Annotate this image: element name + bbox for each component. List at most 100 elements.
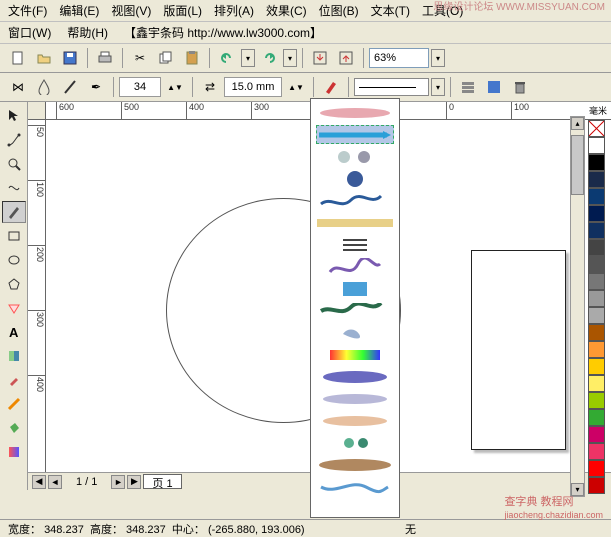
brush-sample[interactable] (316, 147, 394, 166)
brush-sample[interactable] (316, 477, 394, 496)
menu-help[interactable]: 帮助(H) (67, 24, 108, 41)
brush-sample[interactable] (316, 367, 394, 386)
brush-sample-selected[interactable] (316, 125, 394, 144)
menu-file[interactable]: 文件(F) (8, 2, 47, 19)
pen-2-icon[interactable] (58, 76, 82, 98)
stroke-dropdown[interactable]: ▾ (431, 78, 445, 96)
rectangle-tool-icon[interactable] (2, 225, 26, 247)
color-swatch[interactable] (588, 324, 605, 341)
artistic-media-flyout[interactable] (310, 98, 400, 518)
color-swatch[interactable] (588, 171, 605, 188)
spin-buttons-icon[interactable]: ▲▼ (163, 76, 187, 98)
menu-window[interactable]: 窗口(W) (8, 24, 51, 41)
delete-brush-icon[interactable] (508, 76, 532, 98)
spin-buttons-2-icon[interactable]: ▲▼ (284, 76, 308, 98)
interactive-fill-tool-icon[interactable] (2, 441, 26, 463)
brush-sample[interactable] (316, 279, 394, 298)
basic-shapes-tool-icon[interactable] (2, 297, 26, 319)
undo-dropdown[interactable]: ▾ (241, 49, 255, 67)
brush-sample[interactable] (316, 257, 394, 276)
menu-arrange[interactable]: 排列(A) (214, 2, 254, 19)
zoom-combo[interactable] (369, 48, 429, 68)
brush-sample[interactable] (316, 103, 394, 122)
menu-view[interactable]: 视图(V) (111, 2, 151, 19)
save-icon[interactable] (58, 47, 82, 69)
pick-tool-icon[interactable] (2, 105, 26, 127)
stroke-preview[interactable] (354, 78, 429, 96)
menu-barcode[interactable]: 【鑫宇条码 http://www.lw3000.com】 (124, 24, 322, 41)
color-swatch[interactable] (588, 358, 605, 375)
color-swatch[interactable] (588, 222, 605, 239)
next-page-button[interactable]: ► (111, 475, 125, 489)
color-swatch[interactable] (588, 154, 605, 171)
brush-sample[interactable] (316, 433, 394, 452)
brush-sample[interactable] (316, 411, 394, 430)
color-swatch[interactable] (588, 307, 605, 324)
zoom-dropdown[interactable]: ▾ (431, 49, 445, 67)
color-swatch[interactable] (588, 375, 605, 392)
stroke-pick-icon[interactable] (319, 76, 343, 98)
zoom-tool-icon[interactable] (2, 153, 26, 175)
menu-bitmap[interactable]: 位图(B) (319, 2, 359, 19)
menu-text[interactable]: 文本(T) (371, 2, 410, 19)
brush-sample[interactable] (316, 235, 394, 254)
brush-sample[interactable] (316, 323, 394, 342)
ellipse-tool-icon[interactable] (2, 249, 26, 271)
no-fill-swatch[interactable] (588, 120, 605, 137)
page-tab[interactable]: 页 1 (143, 474, 181, 489)
artistic-media-tool-icon[interactable] (2, 201, 26, 223)
first-page-button[interactable]: ◀ (32, 475, 46, 489)
color-swatch[interactable] (588, 341, 605, 358)
color-swatch[interactable] (588, 392, 605, 409)
freehand-tool-icon[interactable] (2, 177, 26, 199)
brush-sample[interactable] (316, 213, 394, 232)
swap-icon[interactable]: ⇄ (198, 76, 222, 98)
copy-icon[interactable] (154, 47, 178, 69)
color-swatch[interactable] (588, 426, 605, 443)
redo-dropdown[interactable]: ▾ (283, 49, 297, 67)
paste-icon[interactable] (180, 47, 204, 69)
export-icon[interactable] (334, 47, 358, 69)
menu-effects[interactable]: 效果(C) (266, 2, 307, 19)
interactive-tool-icon[interactable] (2, 345, 26, 367)
open-icon[interactable] (32, 47, 56, 69)
color-swatch[interactable] (588, 239, 605, 256)
nib-icon[interactable]: ✒ (84, 76, 108, 98)
import-icon[interactable] (308, 47, 332, 69)
last-page-button[interactable]: ▶ (127, 475, 141, 489)
drop-icon[interactable] (32, 76, 56, 98)
new-icon[interactable] (6, 47, 30, 69)
vertical-scrollbar[interactable]: ▴ ▾ (570, 116, 585, 497)
color-swatch[interactable] (588, 460, 605, 477)
color-swatch[interactable] (588, 273, 605, 290)
color-swatch[interactable] (588, 443, 605, 460)
connector-icon[interactable]: ⋈ (6, 76, 30, 98)
shape-tool-icon[interactable] (2, 129, 26, 151)
polygon-tool-icon[interactable] (2, 273, 26, 295)
text-tool-icon[interactable]: A (2, 321, 26, 343)
print-icon[interactable] (93, 47, 117, 69)
undo-icon[interactable] (215, 47, 239, 69)
color-swatch[interactable] (588, 477, 605, 494)
save-brush-icon[interactable] (482, 76, 506, 98)
brush-sample[interactable] (316, 191, 394, 210)
scroll-thumb[interactable] (571, 135, 584, 195)
prev-page-button[interactable]: ◄ (48, 475, 62, 489)
brush-sample[interactable] (316, 345, 394, 364)
scroll-up-icon[interactable]: ▴ (571, 117, 584, 130)
brush-sample[interactable] (316, 169, 394, 188)
color-swatch[interactable] (588, 188, 605, 205)
color-swatch[interactable] (588, 205, 605, 222)
menu-edit[interactable]: 编辑(E) (59, 2, 99, 19)
brush-sample[interactable] (316, 301, 394, 320)
cut-icon[interactable]: ✂ (128, 47, 152, 69)
color-swatch[interactable] (588, 290, 605, 307)
brush-list-icon[interactable] (456, 76, 480, 98)
fill-tool-icon[interactable] (2, 417, 26, 439)
menu-layout[interactable]: 版面(L) (163, 2, 202, 19)
color-swatch[interactable] (588, 137, 605, 154)
eyedropper-tool-icon[interactable] (2, 369, 26, 391)
color-swatch[interactable] (588, 256, 605, 273)
dimension-input[interactable] (224, 77, 282, 97)
brush-sample[interactable] (316, 455, 394, 474)
